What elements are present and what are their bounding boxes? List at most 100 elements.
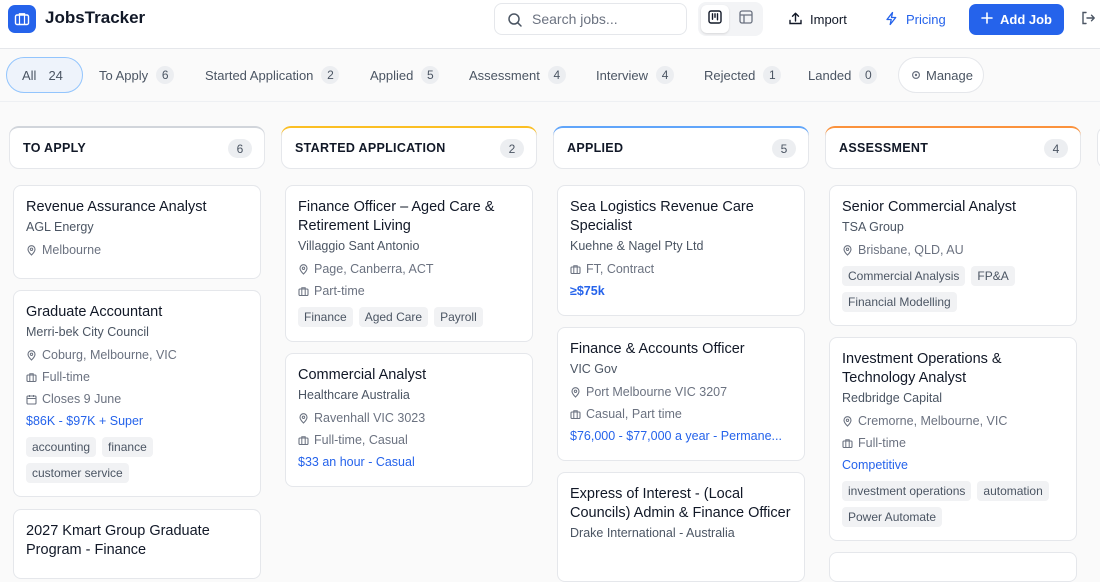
company-name: Redbridge Capital <box>842 391 943 405</box>
location-pin-icon <box>571 387 580 398</box>
tag: Financial Modelling <box>842 292 957 312</box>
job-card[interactable]: Graduate Accountant Merri-bek City Counc… <box>13 290 261 497</box>
briefcase-icon <box>570 410 581 420</box>
job-card[interactable]: Sea Logistics Revenue Care Specialist Ku… <box>557 185 805 316</box>
job-location: Melbourne <box>42 243 102 257</box>
column-title: APPLIED <box>567 141 624 155</box>
tag: automation <box>977 481 1049 501</box>
location-row: Cremorne, Melbourne, VIC <box>842 413 1064 430</box>
view-toggle <box>698 2 763 36</box>
job-title: Finance Officer – Aged Care & Retirement… <box>298 199 495 234</box>
briefcase-icon <box>26 373 37 383</box>
job-title: Express of Interest - (Local Councils) A… <box>570 486 791 521</box>
closing-date-row: Closes 9 June <box>26 391 248 408</box>
job-card[interactable]: Finance & Accounts Officer VIC Gov Port … <box>557 327 805 461</box>
job-card[interactable]: 2027 Kmart Group Graduate Program - Fina… <box>13 509 261 579</box>
filter-applied[interactable]: Applied 5 <box>370 57 440 93</box>
filter-landed[interactable]: Landed 0 <box>808 57 878 93</box>
briefcase-icon <box>570 265 581 275</box>
tag: Power Automate <box>842 507 943 527</box>
job-card[interactable]: Senior Commercial Analyst TSA Group Bris… <box>829 185 1077 326</box>
briefcase-icon <box>842 439 853 449</box>
job-card[interactable]: Investment Operations & Technology Analy… <box>829 337 1077 541</box>
company-name: Drake International - Australia <box>570 526 735 540</box>
job-card[interactable]: Commercial Analyst Healthcare Australia … <box>285 353 533 487</box>
filter-label: Applied <box>370 67 414 83</box>
logout-icon[interactable] <box>1080 10 1096 31</box>
job-title: Finance & Accounts Officer <box>570 341 745 357</box>
manage-label: Manage <box>926 67 973 83</box>
tag-list: Finance Aged Care Payroll <box>298 307 520 327</box>
job-type: Full-time, Casual <box>314 433 408 447</box>
job-location: Coburg, Melbourne, VIC <box>42 348 177 362</box>
job-location: Brisbane, QLD, AU <box>858 243 964 257</box>
filter-count: 6 <box>156 66 175 84</box>
job-card[interactable] <box>829 552 1077 582</box>
job-location: Ravenhall VIC 3023 <box>314 411 426 425</box>
job-type-row: Full-time <box>26 369 248 386</box>
pricing-link[interactable]: Pricing <box>884 4 946 35</box>
job-card[interactable]: Revenue Assurance Analyst AGL Energy Mel… <box>13 185 261 279</box>
import-button[interactable]: Import <box>788 4 847 35</box>
filter-assessment[interactable]: Assessment 4 <box>469 57 566 93</box>
job-title: Graduate Accountant <box>26 304 163 320</box>
job-title: Senior Commercial Analyst <box>842 199 1017 215</box>
filter-rejected[interactable]: Rejected 1 <box>704 57 782 93</box>
search-input[interactable]: Search jobs... <box>494 3 687 35</box>
briefcase-icon <box>298 287 309 297</box>
app-title[interactable]: JobsTracker <box>45 8 145 28</box>
table-icon <box>739 9 753 29</box>
board-view-button[interactable] <box>701 5 729 33</box>
salary: $76,000 - $77,000 a year - Permane... <box>570 429 782 443</box>
filter-to-apply[interactable]: To Apply 6 <box>99 57 175 93</box>
filter-count: 1 <box>763 66 782 84</box>
tag: accounting <box>26 437 97 457</box>
location-row: Melbourne <box>26 242 248 259</box>
top-bar: JobsTracker Search jobs... Import Pricin… <box>0 0 1100 49</box>
job-location: Cremorne, Melbourne, VIC <box>858 414 1008 428</box>
location-pin-icon <box>27 350 36 361</box>
job-title: Revenue Assurance Analyst <box>26 199 207 215</box>
company-name: Healthcare Australia <box>298 388 410 402</box>
job-card[interactable]: Express of Interest - (Local Councils) A… <box>557 472 805 582</box>
column-assessment-header: ASSESSMENT 4 <box>825 126 1081 169</box>
job-type-row: Casual, Part time <box>570 406 792 423</box>
search-icon <box>507 12 523 33</box>
column-applied-header: APPLIED 5 <box>553 126 809 169</box>
filter-started-application[interactable]: Started Application 2 <box>205 57 340 93</box>
tag: Commercial Analysis <box>842 266 966 286</box>
kanban-icon <box>708 9 722 29</box>
upload-icon <box>788 11 803 29</box>
filter-all[interactable]: All 24 <box>6 57 83 93</box>
pricing-label: Pricing <box>906 12 946 27</box>
column-accent-bar <box>553 126 809 138</box>
job-type: Full-time <box>858 436 906 450</box>
column-count: 2 <box>500 139 524 158</box>
closing-date: Closes 9 June <box>42 392 122 406</box>
tag: investment operations <box>842 481 972 501</box>
table-view-button[interactable] <box>732 5 760 33</box>
filter-label: All <box>22 67 37 83</box>
location-pin-icon <box>299 413 308 424</box>
filter-label: Interview <box>596 67 649 83</box>
job-title: Sea Logistics Revenue Care Specialist <box>570 199 754 234</box>
job-type: Part-time <box>314 284 365 298</box>
job-type: Casual, Part time <box>586 407 682 421</box>
filter-interview[interactable]: Interview 4 <box>596 57 675 93</box>
job-type: Full-time <box>42 370 90 384</box>
location-row: Brisbane, QLD, AU <box>842 242 1064 259</box>
manage-button[interactable]: Manage <box>898 57 984 93</box>
salary: ≥$75k <box>570 284 605 298</box>
company-name: Merri-bek City Council <box>26 325 149 339</box>
location-pin-icon <box>843 245 852 256</box>
company-name: Villaggio Sant Antonio <box>298 239 420 253</box>
location-pin-icon <box>299 264 308 275</box>
add-job-button[interactable]: Add Job <box>969 4 1064 35</box>
tag: customer service <box>26 463 129 483</box>
location-row: Coburg, Melbourne, VIC <box>26 347 248 364</box>
tag: FP&A <box>971 266 1015 286</box>
filter-label: Started Application <box>205 67 314 83</box>
job-card[interactable]: Finance Officer – Aged Care & Retirement… <box>285 185 533 342</box>
briefcase-logo-icon[interactable] <box>8 5 36 33</box>
job-type: FT, Contract <box>586 262 655 276</box>
